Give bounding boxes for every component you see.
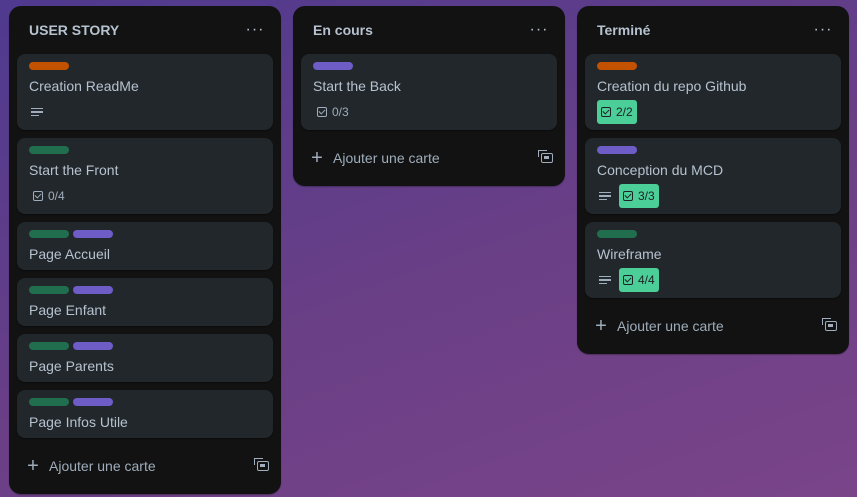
label-green[interactable] — [29, 286, 69, 294]
card-template-icon[interactable] — [822, 318, 837, 331]
list-user-story: USER STORY ··· Creation ReadMe Start the… — [9, 6, 281, 494]
plus-icon: + — [595, 315, 607, 337]
list-title[interactable]: USER STORY — [29, 22, 119, 38]
checklist-count: 2/2 — [616, 105, 633, 119]
card-title: Wireframe — [597, 246, 662, 262]
list-header: Terminé ··· — [577, 6, 849, 54]
card-page-infos-utile[interactable]: Page Infos Utile — [17, 390, 273, 438]
card-title: Start the Back — [313, 78, 401, 94]
checklist-count: 4/4 — [638, 273, 655, 287]
label-orange[interactable] — [597, 62, 637, 70]
add-card-button[interactable]: + Ajouter une carte — [9, 446, 281, 486]
checklist-badge-complete: 3/3 — [619, 184, 659, 208]
label-green[interactable] — [29, 146, 69, 154]
list-menu-icon[interactable]: ··· — [525, 16, 553, 44]
board: USER STORY ··· Creation ReadMe Start the… — [0, 0, 857, 497]
card-title: Page Parents — [29, 358, 114, 374]
label-purple[interactable] — [597, 146, 637, 154]
label-green[interactable] — [29, 342, 69, 350]
plus-icon: + — [27, 455, 39, 477]
card-title: Page Infos Utile — [29, 414, 128, 430]
label-purple[interactable] — [73, 398, 113, 406]
checklist-icon — [33, 191, 43, 201]
card-title: Start the Front — [29, 162, 119, 178]
card-title: Creation du repo Github — [597, 78, 747, 94]
add-card-button[interactable]: + Ajouter une carte — [293, 138, 565, 178]
card-template-icon[interactable] — [254, 458, 269, 471]
checklist-icon — [623, 191, 633, 201]
description-icon — [597, 272, 613, 288]
card-page-accueil[interactable]: Page Accueil — [17, 222, 273, 270]
add-card-label: Ajouter une carte — [333, 150, 440, 166]
label-orange[interactable] — [29, 62, 69, 70]
label-green[interactable] — [29, 398, 69, 406]
card-start-the-back[interactable]: Start the Back 0/3 — [301, 54, 557, 130]
label-purple[interactable] — [73, 230, 113, 238]
checklist-icon — [601, 107, 611, 117]
card-creation-readme[interactable]: Creation ReadMe — [17, 54, 273, 130]
checklist-icon — [317, 107, 327, 117]
label-green[interactable] — [29, 230, 69, 238]
checklist-badge-complete: 2/2 — [597, 100, 637, 124]
add-card-label: Ajouter une carte — [617, 318, 724, 334]
plus-icon: + — [311, 147, 323, 169]
list-menu-icon[interactable]: ··· — [241, 16, 269, 44]
add-card-button[interactable]: + Ajouter une carte — [577, 306, 849, 346]
card-creation-du-repo-github[interactable]: Creation du repo Github 2/2 — [585, 54, 841, 130]
checklist-count: 3/3 — [638, 189, 655, 203]
label-purple[interactable] — [313, 62, 353, 70]
list-menu-icon[interactable]: ··· — [809, 16, 837, 44]
list-header: En cours ··· — [293, 6, 565, 54]
add-card-label: Ajouter une carte — [49, 458, 156, 474]
list-en-cours: En cours ··· Start the Back 0/3 + Ajoute… — [293, 6, 565, 186]
card-page-parents[interactable]: Page Parents — [17, 334, 273, 382]
checklist-count: 0/4 — [48, 189, 65, 203]
card-title: Page Accueil — [29, 246, 110, 262]
card-template-icon[interactable] — [538, 150, 553, 163]
label-purple[interactable] — [73, 342, 113, 350]
card-start-the-front[interactable]: Start the Front 0/4 — [17, 138, 273, 214]
list-termine: Terminé ··· Creation du repo Github 2/2 … — [577, 6, 849, 354]
checklist-badge: 0/4 — [29, 184, 69, 208]
list-title[interactable]: En cours — [313, 22, 373, 38]
checklist-badge-complete: 4/4 — [619, 268, 659, 292]
card-conception-du-mcd[interactable]: Conception du MCD 3/3 — [585, 138, 841, 214]
card-title: Creation ReadMe — [29, 78, 139, 94]
checklist-icon — [623, 275, 633, 285]
description-icon — [29, 104, 45, 120]
card-title: Conception du MCD — [597, 162, 724, 178]
list-title[interactable]: Terminé — [597, 22, 650, 38]
checklist-badge: 0/3 — [313, 100, 353, 124]
card-title: Page Enfant — [29, 302, 107, 318]
card-page-enfant[interactable]: Page Enfant — [17, 278, 273, 326]
description-icon — [597, 188, 613, 204]
label-purple[interactable] — [73, 286, 113, 294]
list-header: USER STORY ··· — [9, 6, 281, 54]
label-green[interactable] — [597, 230, 637, 238]
card-wireframe[interactable]: Wireframe 4/4 — [585, 222, 841, 298]
checklist-count: 0/3 — [332, 105, 349, 119]
